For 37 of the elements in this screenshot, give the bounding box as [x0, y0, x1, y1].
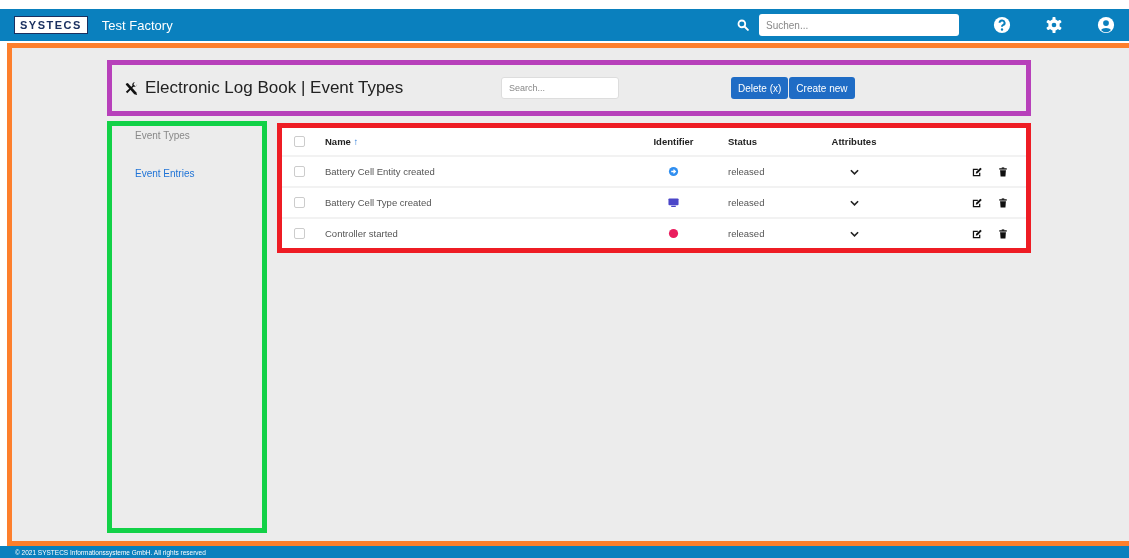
table-cell-text: released	[727, 228, 766, 239]
chevron-down-icon[interactable]	[849, 230, 859, 237]
trash-icon[interactable]	[998, 166, 1008, 177]
edit-icon[interactable]	[972, 228, 982, 239]
column-header: Identifier	[652, 136, 695, 147]
help-icon[interactable]	[993, 16, 1011, 34]
settings-icon[interactable]	[1045, 16, 1063, 34]
trash-icon[interactable]	[998, 228, 1008, 239]
edit-icon[interactable]	[972, 166, 982, 177]
delete-button[interactable]: Delete (x)	[731, 77, 789, 99]
search-field[interactable]: Search...	[501, 77, 619, 99]
checkbox[interactable]	[294, 228, 305, 239]
column-header: Attributes	[830, 136, 878, 147]
checkbox[interactable]	[294, 166, 305, 177]
search-field[interactable]: Suchen...	[759, 14, 959, 36]
sidebar-item[interactable]: Event Types	[112, 130, 262, 168]
table-cell-text: released	[727, 166, 766, 177]
chevron-down-icon[interactable]	[849, 168, 859, 175]
create-button[interactable]: Create new	[789, 77, 855, 99]
trash-icon[interactable]	[998, 197, 1008, 208]
edit-icon[interactable]	[972, 197, 982, 208]
app-title: Test Factory	[101, 17, 173, 33]
column-header: Status	[727, 136, 759, 147]
sidebar-item[interactable]: Event Entries	[112, 168, 262, 206]
table-cell-text: Controller started	[325, 228, 399, 239]
tools-icon	[124, 80, 139, 96]
table-cell-text: Battery Cell Type created	[325, 197, 433, 208]
chevron-down-icon[interactable]	[849, 199, 859, 206]
table-cell-text: Battery Cell Entity created	[325, 166, 436, 177]
column-header[interactable]: Name ↑	[325, 136, 631, 147]
checkbox[interactable]	[294, 197, 305, 208]
page-title: Electronic Log Book | Event Types	[145, 78, 405, 98]
search-icon[interactable]	[737, 19, 749, 31]
logo[interactable]: SYSTECS	[14, 16, 88, 34]
checkbox[interactable]	[294, 136, 305, 147]
user-icon[interactable]	[1097, 16, 1115, 34]
table-cell-text: released	[727, 197, 766, 208]
